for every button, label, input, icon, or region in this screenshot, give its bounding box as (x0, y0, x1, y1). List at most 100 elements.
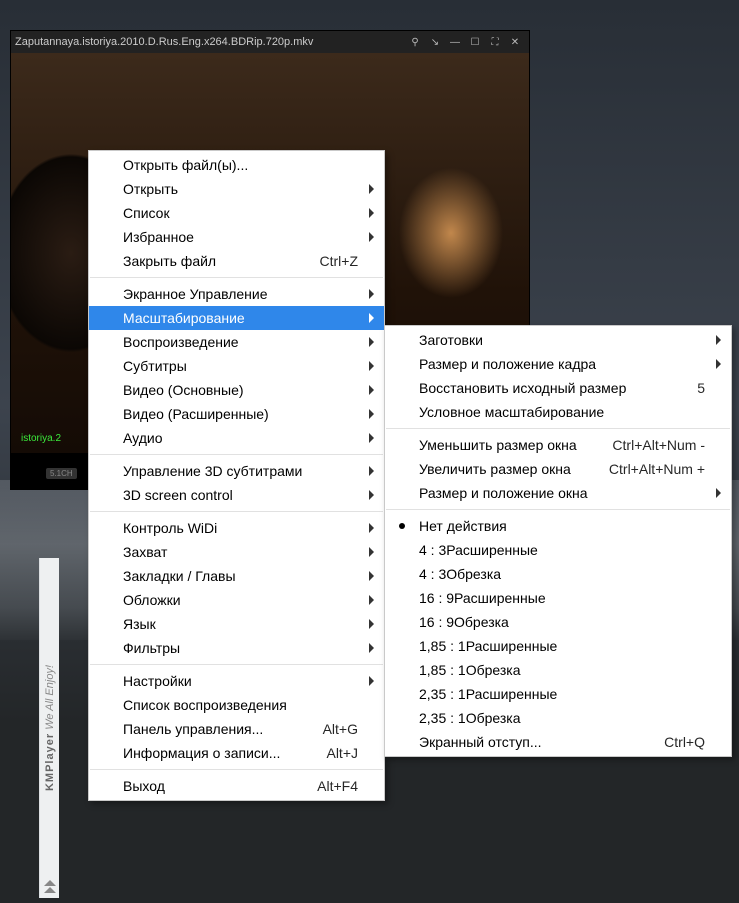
scaling-submenu-item[interactable]: Уменьшить размер окнаCtrl+Alt+Num - (385, 433, 731, 457)
scaling-submenu-item[interactable]: 16 : 9Обрезка (385, 610, 731, 634)
close-button[interactable]: ✕ (505, 33, 525, 51)
scaling-submenu-item[interactable]: 4 : 3Обрезка (385, 562, 731, 586)
scaling-submenu-item[interactable]: Заготовки (385, 328, 731, 352)
menu-item-label: Нет действия (419, 518, 705, 534)
menu-item-label: Видео (Основные) (123, 382, 358, 398)
chevron-right-icon (369, 643, 374, 653)
context-menu-item[interactable]: Список (89, 201, 384, 225)
context-menu-item[interactable]: Обложки (89, 588, 384, 612)
chevron-right-icon (369, 433, 374, 443)
context-menu-item[interactable]: Видео (Основные) (89, 378, 384, 402)
chevron-right-icon (369, 619, 374, 629)
radio-dot-icon (399, 523, 405, 529)
context-menu-item[interactable]: Фильтры (89, 636, 384, 660)
menu-item-label: Восстановить исходный размер (419, 380, 667, 396)
menu-item-shortcut: Alt+F4 (317, 778, 358, 794)
menu-item-label: Увеличить размер окна (419, 461, 579, 477)
chevron-right-icon (716, 488, 721, 498)
chevron-right-icon (369, 313, 374, 323)
context-menu-item[interactable]: Аудио (89, 426, 384, 450)
context-menu-item[interactable]: Субтитры (89, 354, 384, 378)
context-menu-item[interactable]: Воспроизведение (89, 330, 384, 354)
chevron-right-icon (369, 184, 374, 194)
scaling-submenu-item[interactable]: 16 : 9Расширенные (385, 586, 731, 610)
maximize-button[interactable]: ☐ (465, 33, 485, 51)
context-menu-item[interactable]: 3D screen control (89, 483, 384, 507)
context-menu-item[interactable]: Управление 3D субтитрами (89, 459, 384, 483)
menu-separator (386, 428, 730, 429)
context-menu-item[interactable]: Закрыть файлCtrl+Z (89, 249, 384, 273)
context-menu-item[interactable]: Настройки (89, 669, 384, 693)
scaling-submenu-item[interactable]: Восстановить исходный размер 5 (385, 376, 731, 400)
context-menu-item[interactable]: Информация о записи...Alt+J (89, 741, 384, 765)
context-menu-item[interactable]: Выход Alt+F4 (89, 774, 384, 798)
compact-button[interactable]: ↘ (425, 33, 445, 51)
menu-item-label: 16 : 9Обрезка (419, 614, 705, 630)
menu-item-label: Размер и положение окна (419, 485, 705, 501)
menu-item-label: Аудио (123, 430, 358, 446)
context-menu-item[interactable]: Открыть (89, 177, 384, 201)
menu-item-label: 4 : 3Расширенные (419, 542, 705, 558)
chevron-right-icon (369, 289, 374, 299)
scaling-submenu-item[interactable]: 1,85 : 1Обрезка (385, 658, 731, 682)
chevron-right-icon (369, 232, 374, 242)
menu-item-label: Список воспроизведения (123, 697, 358, 713)
context-menu-item[interactable]: Язык (89, 612, 384, 636)
scaling-submenu-item[interactable]: Размер и положение окна (385, 481, 731, 505)
menu-item-shortcut: 5 (697, 380, 705, 396)
context-menu-item[interactable]: Захват (89, 540, 384, 564)
scaling-submenu-item[interactable]: Размер и положение кадра (385, 352, 731, 376)
chevron-right-icon (369, 385, 374, 395)
context-menu-item[interactable]: Избранное (89, 225, 384, 249)
scaling-submenu-item[interactable]: Нет действия (385, 514, 731, 538)
pin-button[interactable]: ⚲ (405, 33, 425, 51)
menu-item-shortcut: Ctrl+Z (320, 253, 359, 269)
player-titlebar[interactable]: Zaputannaya.istoriya.2010.D.Rus.Eng.x264… (11, 31, 529, 53)
menu-separator (90, 769, 383, 770)
chevron-right-icon (369, 490, 374, 500)
context-menu-item[interactable]: Панель управления... Alt+G (89, 717, 384, 741)
menu-item-label: Заготовки (419, 332, 705, 348)
kmplayer-logo-icon (44, 879, 56, 893)
minimize-button[interactable]: — (445, 33, 465, 51)
menu-separator (90, 277, 383, 278)
kmplayer-brand-strip: KMPlayer We All Enjoy! (39, 558, 59, 898)
context-menu-item[interactable]: Закладки / Главы (89, 564, 384, 588)
context-menu-item[interactable]: Открыть файл(ы)... (89, 153, 384, 177)
scaling-submenu-item[interactable]: Увеличить размер окна Ctrl+Alt+Num + (385, 457, 731, 481)
context-menu-item[interactable]: Видео (Расширенные) (89, 402, 384, 426)
menu-item-label: Условное масштабирование (419, 404, 705, 420)
menu-item-label: Выход (123, 778, 287, 794)
menu-item-shortcut: Ctrl+Alt+Num + (609, 461, 705, 477)
chevron-right-icon (369, 676, 374, 686)
menu-separator (90, 511, 383, 512)
menu-item-shortcut: Ctrl+Alt+Num - (612, 437, 705, 453)
scaling-submenu-item[interactable]: 1,85 : 1Расширенные (385, 634, 731, 658)
menu-item-label: 2,35 : 1Обрезка (419, 710, 705, 726)
menu-item-label: 16 : 9Расширенные (419, 590, 705, 606)
menu-item-label: Открыть файл(ы)... (123, 157, 358, 173)
menu-separator (386, 509, 730, 510)
scaling-submenu-item[interactable]: 2,35 : 1Обрезка (385, 706, 731, 730)
fullscreen-button[interactable]: ⛶ (485, 33, 505, 51)
chevron-right-icon (369, 409, 374, 419)
menu-item-label: 2,35 : 1Расширенные (419, 686, 705, 702)
chevron-right-icon (369, 547, 374, 557)
menu-item-label: Управление 3D субтитрами (123, 463, 358, 479)
menu-item-label: Открыть (123, 181, 358, 197)
context-menu-item[interactable]: Контроль WiDi (89, 516, 384, 540)
scaling-submenu-item[interactable]: 4 : 3Расширенные (385, 538, 731, 562)
scaling-submenu-item[interactable]: Условное масштабирование (385, 400, 731, 424)
audio-channel-badge: 5.1CH (46, 468, 77, 479)
menu-item-shortcut: Alt+G (323, 721, 358, 737)
menu-item-label: Панель управления... (123, 721, 293, 737)
context-menu-item[interactable]: Масштабирование (89, 306, 384, 330)
scaling-submenu-item[interactable]: 2,35 : 1Расширенные (385, 682, 731, 706)
scaling-submenu[interactable]: ЗаготовкиРазмер и положение кадраВосстан… (384, 325, 732, 757)
context-menu[interactable]: Открыть файл(ы)... Открыть СписокИзбранное… (88, 150, 385, 801)
chevron-right-icon (369, 466, 374, 476)
context-menu-item[interactable]: Список воспроизведения (89, 693, 384, 717)
scaling-submenu-item[interactable]: Экранный отступ...Ctrl+Q (385, 730, 731, 754)
menu-item-label: 3D screen control (123, 487, 358, 503)
context-menu-item[interactable]: Экранное Управление (89, 282, 384, 306)
